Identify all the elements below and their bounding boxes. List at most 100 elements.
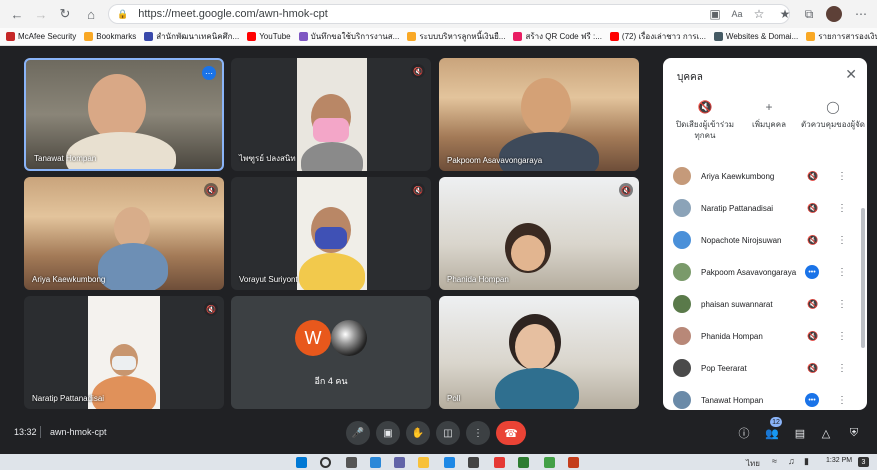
chat-icon[interactable]: ▤ — [790, 423, 810, 443]
app-icon[interactable] — [518, 457, 529, 468]
tile-name: Phanida Hompan — [447, 275, 509, 284]
mic-off-icon[interactable]: 🔇 — [807, 171, 818, 182]
more-vert-icon[interactable]: ⋮ — [837, 395, 847, 406]
present-button[interactable]: ◫ — [436, 421, 460, 445]
avatar — [673, 327, 691, 345]
bookmark-label: สำนักพัฒนาเทคนิคศึก... — [156, 32, 240, 41]
bookmark-item[interactable]: ระบบบริหารลูกหนี้เงินยื... — [407, 30, 505, 43]
avatar — [673, 295, 691, 313]
bookmark-icon — [144, 32, 154, 41]
others-tile[interactable]: W อีก 4 คน — [231, 296, 431, 409]
participant-row[interactable]: Tanawat Hompan ••• ⋮ — [663, 384, 867, 410]
favorite-star-icon[interactable]: ☆ — [750, 5, 768, 23]
participant-row[interactable]: phaisan suwannarat 🔇 ⋮ — [663, 288, 867, 320]
participant-row[interactable]: Phanida Hompan 🔇 ⋮ — [663, 320, 867, 352]
home-icon[interactable]: ⌂ — [80, 3, 102, 25]
bookmark-label: (72) เรื่องเล่าชาว การเ... — [621, 32, 706, 41]
bookmark-icon — [6, 32, 15, 41]
leave-call-button[interactable]: ☎ — [496, 421, 526, 445]
mic-button[interactable]: 🎤 — [346, 421, 370, 445]
more-vert-icon[interactable]: ⋮ — [837, 203, 847, 214]
tile-name: Naratip Pattanadisai — [32, 394, 105, 403]
participant-row[interactable]: Pop Teerarat 🔇 ⋮ — [663, 352, 867, 384]
mic-off-icon[interactable]: 🔇 — [807, 235, 818, 246]
search-icon[interactable] — [320, 457, 331, 468]
raise-hand-button[interactable]: ✋ — [406, 421, 430, 445]
more-menu-icon[interactable]: ⋯ — [852, 5, 870, 23]
mic-off-icon[interactable]: 🔇 — [807, 363, 818, 374]
refresh-icon[interactable]: ↻ — [54, 3, 76, 25]
avatar — [673, 167, 691, 185]
forward-icon[interactable]: → — [30, 3, 52, 25]
back-icon[interactable]: ← — [6, 3, 28, 25]
video-tile[interactable]: 🔇 ไพฑูรย์ ปลงสนิท — [231, 58, 431, 171]
task-view-icon[interactable] — [346, 457, 357, 468]
video-tile[interactable]: Poll — [439, 296, 639, 409]
profile-avatar[interactable] — [826, 6, 842, 22]
gmail-icon[interactable] — [494, 457, 505, 468]
address-bar[interactable]: 🔒 https://meet.google.com/awn-hmok-cpt — [108, 4, 790, 24]
more-options-icon[interactable]: ⋯ — [202, 66, 216, 80]
line-icon[interactable] — [544, 457, 555, 468]
edge-icon[interactable] — [444, 457, 455, 468]
host-controls-icon[interactable]: ⛨ — [844, 423, 864, 443]
mic-off-icon[interactable]: 🔇 — [807, 299, 818, 310]
bookmark-item[interactable]: สร้าง QR Code ฟรี :... — [513, 30, 602, 43]
video-tile[interactable]: Pakpoom Asavavongaraya — [439, 58, 639, 171]
bookmark-item[interactable]: รายการสารองเงิน — [806, 30, 877, 43]
participant-row[interactable]: Naratip Pattanadisai 🔇 ⋮ — [663, 192, 867, 224]
meeting-info-icon[interactable]: ⓘ — [734, 423, 754, 443]
favorites-icon[interactable]: ★ — [776, 5, 794, 23]
more-vert-icon[interactable]: ⋮ — [837, 363, 847, 374]
bookmark-item[interactable]: (72) เรื่องเล่าชาว การเ... — [609, 30, 706, 43]
camera-button[interactable]: ▣ — [376, 421, 400, 445]
video-tile[interactable]: 🔇 Vorayut Suriyont — [231, 177, 431, 290]
bookmark-item[interactable]: สำนักพัฒนาเทคนิคศึก... — [144, 30, 239, 43]
bookmark-item[interactable]: Bookmarks — [84, 32, 136, 41]
close-icon[interactable]: ✕ — [845, 66, 857, 83]
collections-icon[interactable]: ⧉ — [800, 5, 818, 23]
bookmark-item[interactable]: McAfee Security — [6, 32, 76, 41]
video-tile[interactable]: ⋯ Tanawat Hompan — [24, 58, 224, 171]
video-tile[interactable]: 🔇 Ariya Kaewkumbong — [24, 177, 224, 290]
bookmark-item[interactable]: บันทึกขอใช้บริการงานส... — [298, 30, 399, 43]
more-vert-icon[interactable]: ⋮ — [837, 235, 847, 246]
scrollbar[interactable] — [861, 208, 865, 348]
more-vert-icon[interactable]: ⋮ — [837, 331, 847, 342]
meeting-time: 13:32 — [14, 427, 37, 437]
camera-icon[interactable]: ▣ — [706, 5, 724, 23]
mute-all-button[interactable]: 🔇 ปิดเสียงผู้เข้าร่วมทุกคน — [673, 101, 737, 141]
more-options-button[interactable]: ⋮ — [466, 421, 490, 445]
participant-row[interactable]: Ariya Kaewkumbong 🔇 ⋮ — [663, 160, 867, 192]
people-button[interactable]: 👥 12 — [762, 417, 782, 443]
bookmark-item[interactable]: Websites & Domai... — [713, 32, 798, 41]
volume-icon[interactable]: ♫ — [788, 456, 795, 466]
participant-body — [98, 243, 168, 290]
notification-badge[interactable]: 3 — [858, 457, 869, 467]
more-vert-icon[interactable]: ⋮ — [837, 267, 847, 278]
video-tile[interactable]: 🔇 Naratip Pattanadisai — [24, 296, 224, 409]
more-vert-icon[interactable]: ⋮ — [837, 299, 847, 310]
mic-off-icon[interactable]: 🔇 — [807, 331, 818, 342]
mic-off-icon[interactable]: 🔇 — [807, 203, 818, 214]
read-aloud-icon[interactable]: Aa — [728, 5, 746, 23]
windows-start-icon[interactable] — [296, 457, 307, 468]
activities-icon[interactable]: △ — [816, 423, 836, 443]
wifi-icon[interactable]: ≈ — [772, 456, 777, 466]
participant-row[interactable]: Nopachote Nirojsuwan 🔇 ⋮ — [663, 224, 867, 256]
add-people-button[interactable]: + เพิ่มบุคคล — [737, 101, 801, 130]
host-controls-button[interactable]: ◯ ตัวควบคุมของผู้จัด — [801, 101, 865, 130]
file-explorer-icon[interactable] — [418, 457, 429, 468]
participant-row[interactable]: Pakpoom Asavavongaraya ••• ⋮ — [663, 256, 867, 288]
clock[interactable]: 1:32 PM — [826, 457, 852, 464]
battery-icon[interactable]: ▮ — [804, 456, 809, 467]
video-tile[interactable]: 🔇 Phanida Hompan — [439, 177, 639, 290]
store-icon[interactable] — [468, 457, 479, 468]
language-indicator[interactable]: ไทย — [746, 457, 760, 470]
more-vert-icon[interactable]: ⋮ — [837, 171, 847, 182]
widgets-icon[interactable] — [370, 457, 381, 468]
teams-icon[interactable] — [394, 457, 405, 468]
bookmark-item[interactable]: YouTube — [247, 32, 291, 41]
participant-body — [92, 376, 156, 409]
powerpoint-icon[interactable] — [568, 457, 579, 468]
